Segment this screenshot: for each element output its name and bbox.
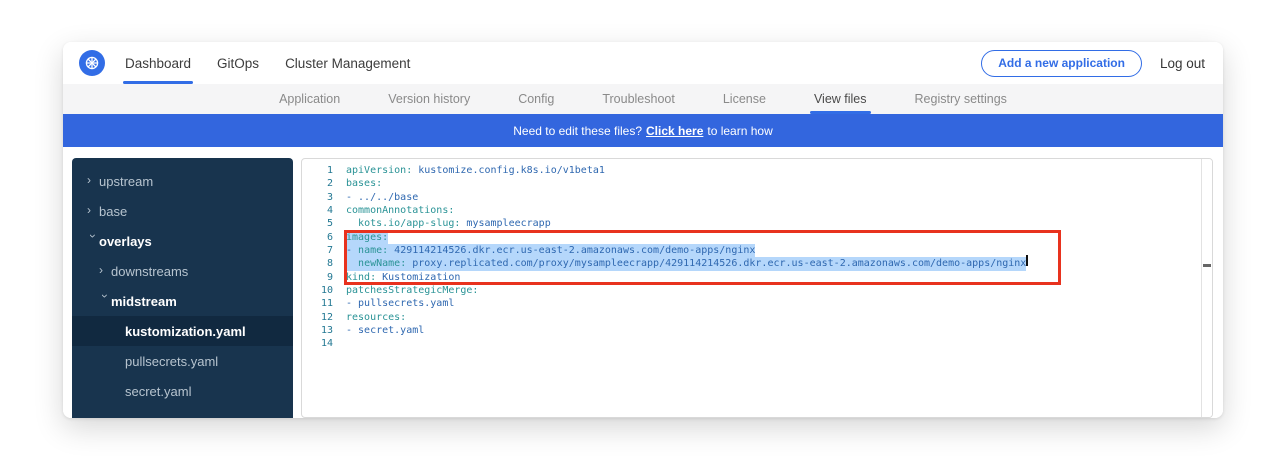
chevron-right-icon: › (87, 173, 99, 187)
line-number: 14 (302, 337, 346, 350)
line-number: 4 (302, 204, 346, 217)
primary-nav: Dashboard GitOps Cluster Management (123, 42, 434, 84)
cursor-position-marker (1203, 264, 1211, 267)
code-line-10[interactable]: 10patchesStrategicMerge: (302, 284, 1212, 297)
tree-file-secret-yaml[interactable]: secret.yaml (72, 376, 293, 406)
code-line-5[interactable]: 5 kots.io/app-slug: mysampleecrapp (302, 217, 1212, 230)
tree-folder-midstream[interactable]: ›midstream (72, 286, 293, 316)
code-line-1[interactable]: 1apiVersion: kustomize.config.k8s.io/v1b… (302, 164, 1212, 177)
code-line-8[interactable]: 8 newName: proxy.replicated.com/proxy/my… (302, 257, 1212, 270)
admin-console-window: Dashboard GitOps Cluster Management Add a … (63, 42, 1223, 418)
edit-files-banner: Need to edit these files? Click here to … (63, 114, 1223, 147)
tree-item-label: overlays (99, 234, 152, 249)
tree-item-label: upstream (99, 174, 153, 189)
code-line-3[interactable]: 3- ../../base (302, 191, 1212, 204)
selected-code-text: newName: proxy.replicated.com/proxy/mysa… (346, 257, 1026, 270)
code-text: - ../../base (346, 191, 418, 204)
line-number: 13 (302, 324, 346, 337)
code-line-12[interactable]: 12resources: (302, 311, 1212, 324)
code-text: - secret.yaml (346, 324, 424, 337)
code-text: apiVersion: kustomize.config.k8s.io/v1be… (346, 164, 605, 177)
code-line-11[interactable]: 11- pullsecrets.yaml (302, 297, 1212, 310)
file-tree: ›upstream›base›overlays›downstreams›mids… (72, 158, 293, 418)
tree-file-kustomization-yaml[interactable]: kustomization.yaml (72, 316, 293, 346)
tab-application[interactable]: Application (279, 84, 340, 114)
tab-version-history[interactable]: Version history (388, 84, 470, 114)
tree-folder-overlays[interactable]: ›overlays (72, 226, 293, 256)
code-line-7[interactable]: 7- name: 429114214526.dkr.ecr.us-east-2.… (302, 244, 1212, 257)
code-text: kots.io/app-slug: mysampleecrapp (346, 217, 551, 230)
code-line-14[interactable]: 14 (302, 337, 1212, 350)
topnav-item-cluster-management[interactable]: Cluster Management (283, 42, 412, 84)
tree-item-label: downstreams (111, 264, 188, 279)
tree-item-label: secret.yaml (125, 384, 191, 399)
code-line-4[interactable]: 4commonAnnotations: (302, 204, 1212, 217)
tree-item-label: base (99, 204, 127, 219)
top-navigation-bar: Dashboard GitOps Cluster Management Add a … (63, 42, 1223, 84)
code-text: commonAnnotations: (346, 204, 454, 217)
view-files-content: ›upstream›base›overlays›downstreams›mids… (63, 147, 1223, 418)
code-text: - pullsecrets.yaml (346, 297, 454, 310)
code-line-13[interactable]: 13- secret.yaml (302, 324, 1212, 337)
chevron-right-icon: › (87, 203, 99, 217)
topnav-item-dashboard[interactable]: Dashboard (123, 42, 193, 84)
chevron-down-icon: › (86, 234, 100, 246)
code-text: resources: (346, 311, 406, 324)
topnav-item-gitops[interactable]: GitOps (215, 42, 261, 84)
click-here-link[interactable]: Click here (646, 124, 703, 138)
banner-text-after: to learn how (707, 124, 772, 138)
chevron-right-icon: › (99, 263, 111, 277)
tree-item-label: midstream (111, 294, 177, 309)
kubernetes-logo-icon (79, 50, 105, 76)
line-number: 6 (302, 231, 346, 244)
code-text: bases: (346, 177, 382, 190)
line-number: 1 (302, 164, 346, 177)
banner-text-before: Need to edit these files? (513, 124, 642, 138)
line-number: 10 (302, 284, 346, 297)
code-text: patchesStrategicMerge: (346, 284, 478, 297)
line-number: 5 (302, 217, 346, 230)
tree-folder-base[interactable]: ›base (72, 196, 293, 226)
tree-file-pullsecrets-yaml[interactable]: pullsecrets.yaml (72, 346, 293, 376)
tab-license[interactable]: License (723, 84, 766, 114)
tab-troubleshoot[interactable]: Troubleshoot (602, 84, 675, 114)
line-number: 3 (302, 191, 346, 204)
add-new-application-button[interactable]: Add a new application (981, 50, 1142, 77)
selected-code-text: images: (346, 231, 388, 244)
tab-config[interactable]: Config (518, 84, 554, 114)
line-number: 2 (302, 177, 346, 190)
tree-folder-upstream[interactable]: ›upstream (72, 166, 293, 196)
code-line-2[interactable]: 2bases: (302, 177, 1212, 190)
topnav-right: Add a new application Log out (981, 50, 1207, 77)
tree-item-label: pullsecrets.yaml (125, 354, 218, 369)
text-cursor (1026, 255, 1028, 266)
line-number: 9 (302, 271, 346, 284)
code-line-6[interactable]: 6images: (302, 231, 1212, 244)
line-number: 11 (302, 297, 346, 310)
tree-item-label: kustomization.yaml (125, 324, 246, 339)
chevron-down-icon: › (98, 294, 112, 306)
tab-view-files[interactable]: View files (814, 84, 867, 114)
tab-registry-settings[interactable]: Registry settings (915, 84, 1007, 114)
code-text: kind: Kustomization (346, 271, 460, 284)
editor-scrollbar[interactable] (1201, 159, 1212, 417)
selected-code-text: - name: 429114214526.dkr.ecr.us-east-2.a… (346, 244, 755, 257)
code-lines: 1apiVersion: kustomize.config.k8s.io/v1b… (302, 164, 1212, 351)
line-number: 8 (302, 257, 346, 270)
application-tabs: Application Version history Config Troubles… (63, 84, 1223, 114)
yaml-editor[interactable]: 1apiVersion: kustomize.config.k8s.io/v1b… (301, 158, 1213, 418)
code-line-9[interactable]: 9kind: Kustomization (302, 271, 1212, 284)
logout-link[interactable]: Log out (1160, 56, 1207, 71)
tree-folder-downstreams[interactable]: ›downstreams (72, 256, 293, 286)
line-number: 12 (302, 311, 346, 324)
screenshot-page: Dashboard GitOps Cluster Management Add a … (0, 0, 1286, 476)
line-number: 7 (302, 244, 346, 257)
